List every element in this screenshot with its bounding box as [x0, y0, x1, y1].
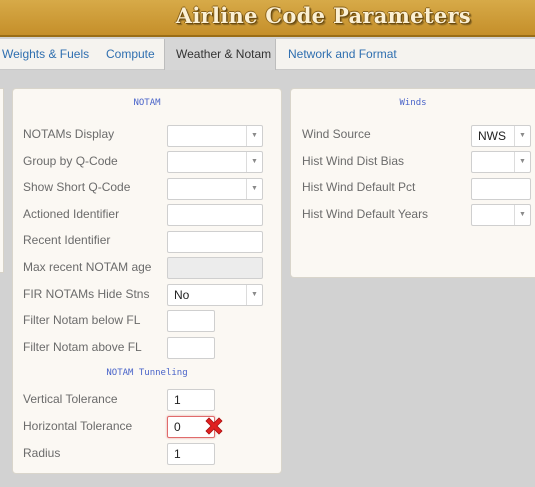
fir-hide-stns-label: FIR NOTAMs Hide Stns: [23, 287, 150, 301]
horizontal-tolerance-label: Horizontal Tolerance: [23, 419, 133, 433]
default-pct-input[interactable]: [471, 178, 531, 200]
radius-input[interactable]: 1: [167, 443, 215, 465]
wind-source-value: NWS: [478, 129, 506, 143]
dist-bias-select[interactable]: ▼: [471, 151, 531, 173]
chevron-down-icon: ▼: [514, 205, 530, 225]
wind-source-select[interactable]: NWS ▼: [471, 125, 531, 147]
vertical-tolerance-input[interactable]: 1: [167, 389, 215, 411]
winds-panel: Winds Wind Source NWS ▼ Hist Wind Dist B…: [290, 88, 535, 278]
notams-display-select[interactable]: ▼: [167, 125, 263, 147]
recent-identifier-input[interactable]: [167, 231, 263, 253]
max-recent-age-label: Max recent NOTAM age: [23, 260, 152, 274]
chevron-down-icon: ▼: [246, 285, 262, 305]
filter-above-input[interactable]: [167, 337, 215, 359]
tab-weather-notam[interactable]: Weather & Notam: [164, 39, 276, 70]
notam-section-title: NOTAM: [133, 98, 161, 108]
max-recent-age-input: [167, 257, 263, 279]
page-title: Airline Code Parameters: [175, 3, 471, 28]
tab-bar: Weights & Fuels Compute Weather & Notam …: [0, 39, 535, 70]
dist-bias-label: Hist Wind Dist Bias: [302, 154, 405, 168]
fir-hide-stns-value: No: [174, 288, 190, 302]
default-years-label: Hist Wind Default Years: [302, 207, 429, 221]
app-header: Airline Code Parameters: [0, 0, 535, 37]
default-pct-label: Hist Wind Default Pct: [302, 180, 416, 194]
filter-above-label: Filter Notam above FL: [23, 340, 142, 354]
tunneling-section-title: NOTAM Tunneling: [106, 368, 188, 378]
chevron-down-icon: ▼: [246, 126, 262, 146]
actioned-identifier-input[interactable]: [167, 204, 263, 226]
winds-section-title: Winds: [399, 98, 427, 108]
vertical-tolerance-label: Vertical Tolerance: [23, 392, 118, 406]
notam-panel: NOTAM NOTAMs Display ▼ Group by Q-Code ▼…: [12, 88, 282, 474]
default-years-select[interactable]: ▼: [471, 204, 531, 226]
left-panel-edge: [0, 88, 4, 273]
recent-identifier-label: Recent Identifier: [23, 233, 111, 247]
chevron-down-icon: ▼: [246, 179, 262, 199]
tab-weights-fuels[interactable]: Weights & Fuels: [2, 39, 89, 70]
notams-display-label: NOTAMs Display: [23, 127, 115, 141]
chevron-down-icon: ▼: [514, 126, 530, 146]
show-short-qcode-label: Show Short Q-Code: [23, 180, 131, 194]
chevron-down-icon: ▼: [514, 152, 530, 172]
chevron-down-icon: ▼: [246, 152, 262, 172]
filter-below-input[interactable]: [167, 310, 215, 332]
filter-below-label: Filter Notam below FL: [23, 313, 141, 327]
show-short-qcode-select[interactable]: ▼: [167, 178, 263, 200]
tab-network-format[interactable]: Network and Format: [288, 39, 397, 70]
group-by-qcode-select[interactable]: ▼: [167, 151, 263, 173]
tab-compute[interactable]: Compute: [106, 39, 155, 70]
radius-label: Radius: [23, 446, 61, 460]
fir-hide-stns-select[interactable]: No ▼: [167, 284, 263, 306]
x-mark-icon: [205, 417, 223, 435]
group-by-qcode-label: Group by Q-Code: [23, 154, 118, 168]
wind-source-label: Wind Source: [302, 127, 371, 141]
actioned-identifier-label: Actioned Identifier: [23, 207, 120, 221]
